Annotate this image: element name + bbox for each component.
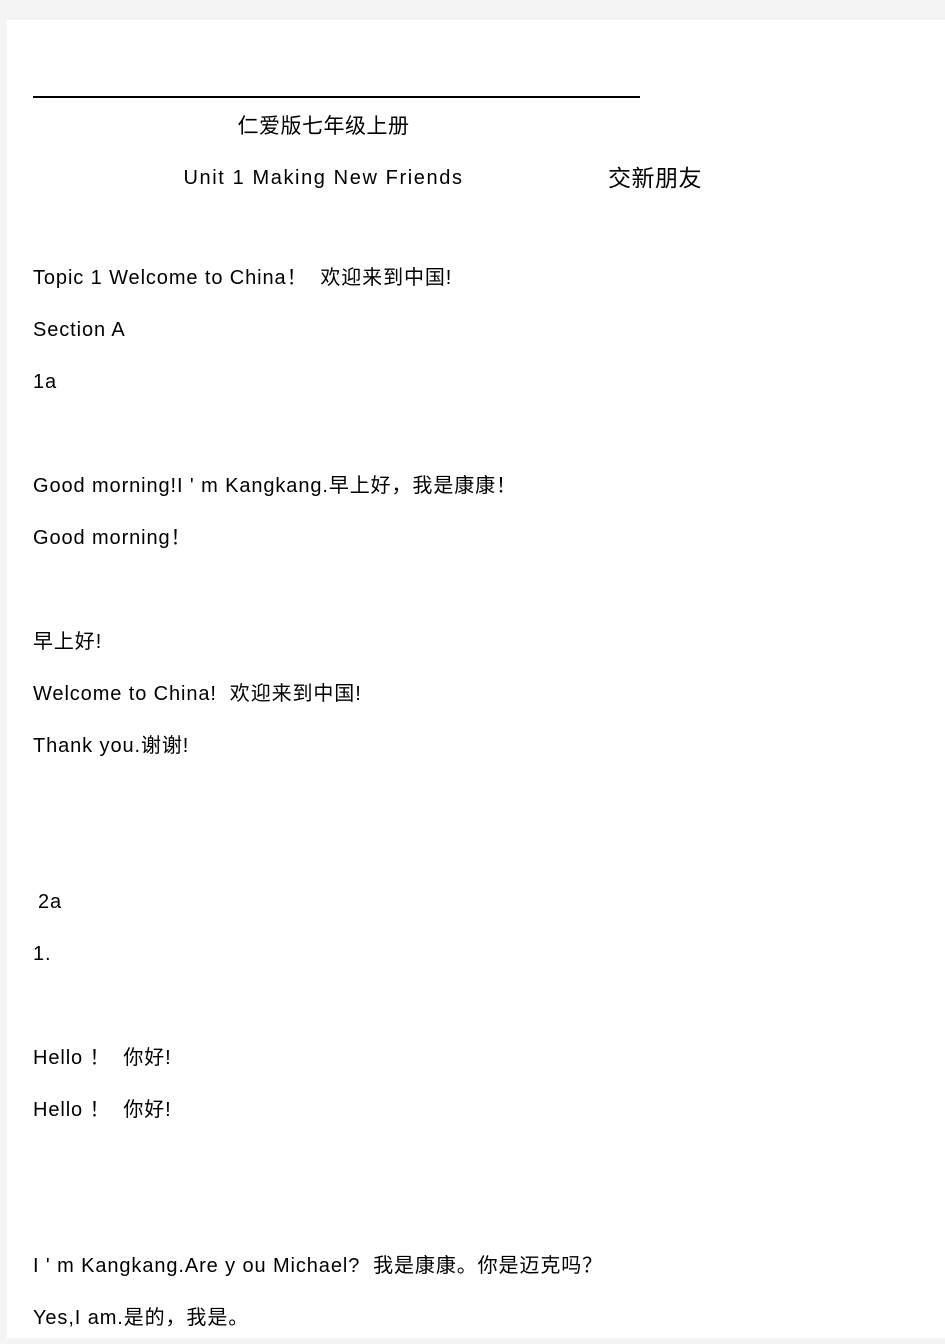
body-line-blank-6 [7, 1136, 945, 1188]
header-horizontal-rule [33, 96, 640, 98]
body-line-good-morning-2: Good morning！ [33, 527, 192, 549]
body-line-section: Section A [33, 319, 126, 341]
body-line-topic: Topic 1 Welcome to China！ 欢迎来到中国! [33, 267, 453, 289]
body-line-good-morning-1: Good morning!I ' m Kangkang.早上好，我是康康！ [33, 475, 517, 497]
body-line-label-2a: 2a [38, 891, 63, 913]
document-body: Topic 1 Welcome to China！ 欢迎来到中国! Sectio… [7, 252, 945, 1344]
body-line-blank-5 [7, 980, 945, 1032]
body-line-blank-4 [7, 824, 945, 876]
body-line-hello-2: Hello ！ 你好! [33, 1099, 172, 1121]
body-line-blank-7 [7, 1188, 945, 1240]
unit-title-chinese: 交新朋友 [608, 165, 702, 191]
unit-heading-row: Unit 1 Making New Friends 交新朋友 [7, 162, 945, 194]
body-line-blank-1 [7, 408, 945, 460]
body-line-welcome-china: Welcome to China! 欢迎来到中国! [33, 683, 362, 705]
document-title: 仁爱版七年级上册 [237, 115, 410, 138]
body-line-are-you-michael: I ' m Kangkang.Are y ou Michael? 我是康康。你是… [33, 1255, 604, 1277]
unit-title-english: Unit 1 Making New Friends [183, 167, 464, 189]
body-line-zaoshang-hao: 早上好! [33, 631, 103, 653]
body-line-thank-you: Thank you.谢谢! [33, 735, 190, 757]
document-sheet: 仁爱版七年级上册 Unit 1 Making New Friends 交新朋友 … [7, 20, 945, 1338]
body-line-yes-i-am: Yes,I am.是的，我是。 [33, 1307, 250, 1329]
body-line-item-1: 1. [33, 943, 52, 965]
body-line-label-1a: 1a [33, 371, 58, 393]
body-line-blank-2 [7, 564, 945, 616]
body-line-blank-3 [7, 772, 945, 824]
body-line-hello-1: Hello ！ 你好! [33, 1047, 172, 1069]
